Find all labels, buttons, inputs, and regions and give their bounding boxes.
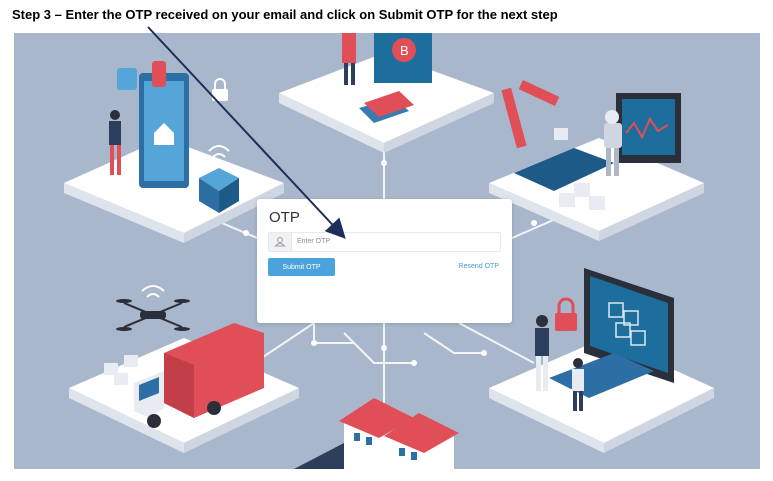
platform-payments: B bbox=[279, 33, 494, 153]
drone-icon bbox=[116, 285, 190, 331]
step-instruction: Step 3 – Enter the OTP received on your … bbox=[12, 7, 558, 22]
otp-input-field[interactable] bbox=[268, 232, 501, 252]
houses-solar bbox=[294, 398, 459, 469]
otp-input[interactable] bbox=[297, 234, 492, 249]
svg-text:B: B bbox=[400, 43, 409, 58]
platform-robotics bbox=[489, 80, 704, 241]
resend-otp-link[interactable]: Resend OTP bbox=[459, 263, 499, 270]
platform-smart-home bbox=[64, 61, 284, 243]
platform-security bbox=[489, 268, 714, 453]
submit-otp-button[interactable]: Submit OTP bbox=[268, 258, 335, 276]
iot-illustration: B OTP Enter OTP Submit OTP Resend OTP bbox=[14, 33, 760, 469]
otp-title: OTP bbox=[269, 209, 300, 226]
otp-form: OTP Submit OTP Resend OTP bbox=[257, 199, 512, 323]
user-icon bbox=[269, 233, 292, 251]
